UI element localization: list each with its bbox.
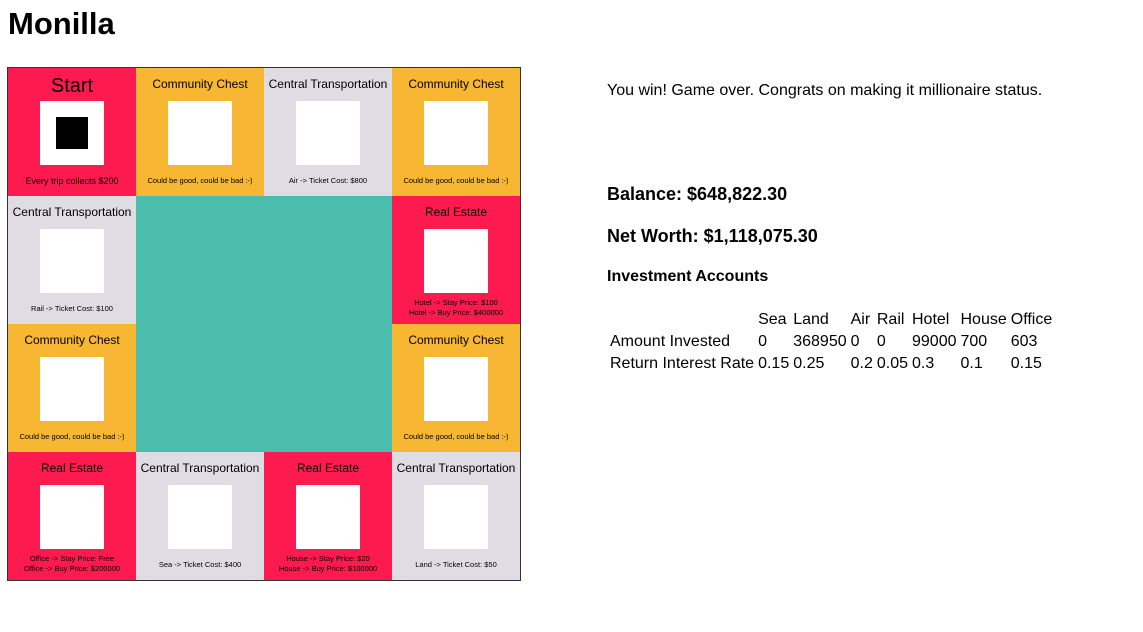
column-header-hotel: Hotel — [912, 311, 950, 328]
player-token — [56, 117, 88, 149]
tile-slot — [424, 357, 488, 421]
tile-info: Could be good, could be bad :-) — [403, 432, 509, 441]
tile-label: Community Chest — [408, 333, 504, 347]
investment-table: Sea Land Air Rail Hotel House Office Amo… — [607, 308, 1055, 376]
tile-label: Central Transportation — [396, 461, 516, 475]
column-header-office: Office — [1010, 311, 1053, 328]
tile-info: Hotel -> Stay Price: $100 Hotel -> Buy P… — [408, 298, 503, 317]
tile-slot — [296, 485, 360, 549]
tile-label: Central Transportation — [140, 461, 260, 475]
tile-slot — [424, 101, 488, 165]
tile-community-chest[interactable]: Community Chest Could be good, could be … — [8, 324, 136, 452]
table-cell: 0 — [758, 333, 767, 350]
tile-label: Central Transportation — [268, 77, 388, 91]
table-cell: 0.3 — [912, 355, 935, 372]
column-header-rail: Rail — [876, 311, 905, 328]
tile-slot — [40, 229, 104, 293]
table-cell: 0.05 — [876, 355, 908, 372]
tile-slot — [40, 101, 104, 165]
tile-info: Could be good, could be bad :-) — [147, 176, 253, 185]
tile-label: Central Transportation — [12, 205, 132, 219]
tile-info: Office -> Stay Price: Free Office -> Buy… — [24, 554, 120, 573]
table-cell: 0.1 — [960, 355, 983, 372]
tile-label: Real Estate — [296, 461, 360, 475]
tile-info: Land -> Ticket Cost: $50 — [415, 560, 497, 569]
column-header-air: Air — [850, 311, 871, 328]
tile-info: Every trip collects $200 — [25, 176, 119, 186]
tile-community-chest[interactable]: Community Chest Could be good, could be … — [392, 68, 520, 196]
tile-label: Community Chest — [152, 77, 248, 91]
tile-central-transportation-air[interactable]: Central Transportation Air -> Ticket Cos… — [264, 68, 392, 196]
game-board: Start Every trip collects $200 Community… — [7, 67, 521, 581]
game-message: You win! Game over. Congrats on making i… — [607, 82, 1043, 99]
tile-info: House -> Stay Price: $20 House -> Buy Pr… — [278, 554, 378, 573]
column-header-land: Land — [793, 311, 829, 328]
column-header-sea: Sea — [758, 311, 787, 328]
tile-slot — [40, 357, 104, 421]
column-header-house: House — [960, 311, 1007, 328]
tile-real-estate-house[interactable]: Real Estate House -> Stay Price: $20 Hou… — [264, 452, 392, 580]
tile-real-estate-office[interactable]: Real Estate Office -> Stay Price: Free O… — [8, 452, 136, 580]
tile-central-transportation-sea[interactable]: Central Transportation Sea -> Ticket Cos… — [136, 452, 264, 580]
tile-slot — [424, 229, 488, 293]
investment-accounts-title: Investment Accounts — [607, 268, 769, 285]
tile-slot — [168, 485, 232, 549]
row-label: Return Interest Rate — [610, 355, 755, 372]
column-header — [609, 310, 755, 330]
table-row: Return Interest Rate 0.15 0.25 0.2 0.05 … — [609, 354, 1053, 374]
tile-slot — [424, 485, 488, 549]
page-title: Monilla — [8, 6, 115, 41]
table-cell: 368950 — [793, 333, 847, 350]
tile-info: Could be good, could be bad :-) — [19, 432, 125, 441]
table-cell: 0.25 — [793, 355, 825, 372]
table-cell: 603 — [1010, 333, 1038, 350]
balance: Balance: $648,822.30 — [607, 184, 788, 204]
tile-slot — [296, 101, 360, 165]
tile-slot — [40, 485, 104, 549]
tile-label: Real Estate — [40, 461, 104, 475]
tile-info: Rail -> Ticket Cost: $100 — [31, 304, 113, 313]
tile-start[interactable]: Start Every trip collects $200 — [8, 68, 136, 196]
tile-label: Community Chest — [24, 333, 120, 347]
tile-label: Real Estate — [424, 205, 488, 219]
table-cell: 0.15 — [758, 355, 790, 372]
table-cell: 0.2 — [850, 355, 873, 372]
table-row: Amount Invested 0 368950 0 0 99000 700 6… — [609, 332, 1053, 352]
tile-central-transportation-rail[interactable]: Central Transportation Rail -> Ticket Co… — [8, 196, 136, 324]
tile-label: Community Chest — [408, 77, 504, 91]
tile-info: Could be good, could be bad :-) — [403, 176, 509, 185]
tile-label: Start — [50, 75, 94, 97]
board-center — [136, 196, 392, 452]
tile-community-chest[interactable]: Community Chest Could be good, could be … — [392, 324, 520, 452]
tile-slot — [168, 101, 232, 165]
table-cell: 700 — [960, 333, 988, 350]
tile-real-estate-hotel[interactable]: Real Estate Hotel -> Stay Price: $100 Ho… — [392, 196, 520, 324]
table-cell: 0 — [850, 333, 860, 350]
tile-info: Sea -> Ticket Cost: $400 — [158, 560, 242, 569]
tile-central-transportation-land[interactable]: Central Transportation Land -> Ticket Co… — [392, 452, 520, 580]
tile-info: Air -> Ticket Cost: $800 — [288, 176, 368, 185]
net-worth: Net Worth: $1,118,075.30 — [607, 226, 818, 246]
table-header-row: Sea Land Air Rail Hotel House Office — [609, 310, 1053, 330]
tile-community-chest[interactable]: Community Chest Could be good, could be … — [136, 68, 264, 196]
table-cell: 0.15 — [1010, 355, 1042, 372]
table-cell: 99000 — [912, 333, 957, 350]
table-cell: 0 — [876, 333, 886, 350]
row-label: Amount Invested — [610, 333, 731, 350]
